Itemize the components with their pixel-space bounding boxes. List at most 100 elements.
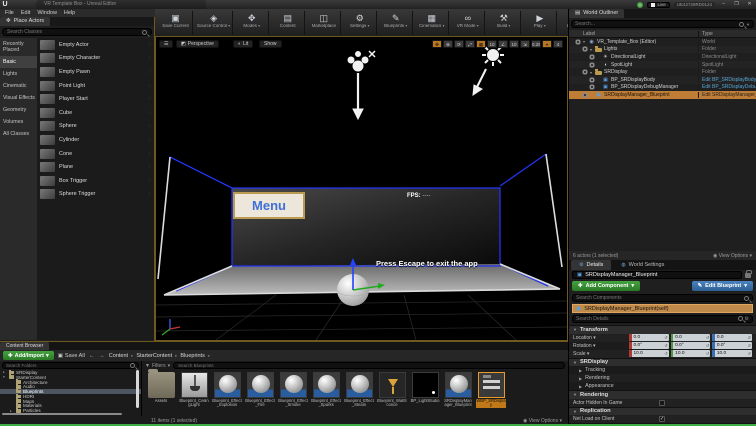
z-value-field[interactable]: 0.0°↺ [712,342,752,349]
actor-type[interactable]: DirectionalLight [698,54,756,60]
asset-tile[interactable]: Blueprint_Effect_Fire [245,372,275,408]
asset-tile[interactable]: WBP_SRDisplay [476,372,506,408]
actor-name-field[interactable]: SRDisplayManager_Blueprint [572,271,742,279]
visibility-eye-icon[interactable] [575,39,581,45]
maximize-button[interactable]: ❐ [732,1,741,8]
section-transform[interactable]: ▼Transform [569,325,756,334]
tree-h-scrollbar[interactable] [2,413,122,415]
place-actor-item[interactable]: Sphere ◌ [37,120,154,134]
x-value-field[interactable]: 10.0↺ [629,350,669,357]
asset-tile[interactable]: Blueprint_Effect_Smoke [278,372,308,408]
toolbar-button[interactable]: ▦ Cinematics ▾ [415,11,449,35]
snap-toggle-button[interactable]: ⤢ [465,40,475,48]
column-label[interactable]: Label [569,31,698,37]
toolbar-button[interactable]: ◈ Source Control ▾ [195,11,233,35]
asset-tile[interactable]: Blueprint_Effect_Steam [344,372,374,408]
snap-toggle-button[interactable]: 4 [553,40,563,48]
z-value-field[interactable]: 10.0↺ [712,350,752,357]
show-flags-button[interactable]: Show [259,40,282,48]
breadcrumb-item[interactable]: Blueprints [180,353,204,359]
place-actor-item[interactable]: Empty Pawn ◌ [37,65,154,79]
outliner-row[interactable]: ▾ Lights Folder [569,46,756,54]
asset-tile[interactable]: Blueprint_Effect_Explosion [212,372,242,408]
outliner-row[interactable]: SpotLight SpotLight [569,61,756,69]
place-actor-item[interactable]: Box Trigger ◌ [37,174,154,188]
category-item[interactable]: Lights [0,68,37,80]
toolbar-button[interactable]: ⚒ Build ▾ [487,11,521,35]
reset-icon[interactable]: ↺ [748,343,752,348]
snap-toggle-button[interactable]: ⌖ [542,40,552,48]
back-button[interactable]: ← [89,353,95,359]
edit-blueprint-button[interactable]: ✎ Edit Blueprint ▾ [692,281,753,291]
category-item[interactable]: Recently Placed [0,38,37,56]
menu-item[interactable]: File [5,10,14,16]
reset-icon[interactable]: ↺ [664,343,668,348]
y-value-field[interactable]: 0.0↺ [671,334,711,341]
outliner-row[interactable]: BP_SRDisplayDebugManager Edit BP_SRDispl… [569,84,756,92]
breadcrumb-item[interactable]: Content [109,353,128,359]
actor-type[interactable]: Edit SRDisplayManager_Blu [698,92,756,98]
menu-item[interactable]: Help [64,10,75,16]
section-replication[interactable]: ▼Replication [569,407,756,416]
search-assets-input[interactable]: Search Blueprints [173,362,565,369]
outliner-row[interactable]: ▾ SRDisplay Folder [569,68,756,76]
snap-toggle-button[interactable]: ⟳ [454,40,464,48]
drag-handle-icon[interactable]: ◌ [148,123,151,129]
drag-handle-icon[interactable]: ◌ [148,96,151,102]
drag-handle-icon[interactable]: ◌ [148,178,151,184]
tree-scrollbar[interactable] [136,370,139,408]
snap-toggle-button[interactable]: 0.25 [531,40,541,48]
category-item[interactable]: Basic [0,56,37,68]
spotlight-sprite-icon[interactable] [348,51,375,119]
category-item[interactable]: Geometry [0,104,37,116]
place-actor-item[interactable]: Point Light ◌ [37,79,154,93]
snap-toggle-button[interactable]: ∠ [498,40,508,48]
viewport-options-button[interactable]: ☰ [159,40,173,48]
section-rendering[interactable]: ▼Rendering [569,390,756,399]
perspective-button[interactable]: ◩Perspective [176,40,219,48]
toolbar-button[interactable]: ⚙ Settings ▾ [343,11,377,35]
toolbar-button[interactable]: ∞ VR Mode ▾ [451,11,485,35]
tab-content-browser[interactable]: Content Browser [0,342,49,350]
outliner-row[interactable]: SRDisplayManager_Blueprint Edit SRDispla… [569,91,756,99]
reset-icon[interactable]: ↺ [706,335,710,340]
close-button[interactable]: ✕ [745,1,754,8]
asset-tile[interactable]: BP_LightStudio [410,372,440,408]
menu-widget-button[interactable]: Menu [233,192,305,219]
outliner-row[interactable]: ▾ VR_Template_Box (Editor) World [569,38,756,46]
y-value-field[interactable]: 0.0°↺ [671,342,711,349]
drag-handle-icon[interactable]: ◌ [148,55,151,61]
drag-handle-icon[interactable]: ◌ [148,191,151,197]
search-folders-input[interactable]: Search Folders [2,362,139,369]
expand-arrow-icon[interactable]: ▾ [3,375,7,379]
drag-handle-icon[interactable]: ◌ [148,69,151,75]
drag-handle-icon[interactable]: ◌ [148,42,151,48]
directional-light-sprite-icon[interactable] [473,44,504,95]
search-classes-input[interactable]: Search Classes [2,28,152,36]
add-import-button[interactable]: ✚ Add/Import ▾ [3,351,54,360]
toolbar-button[interactable]: ✥ Modes ▾ [235,11,269,35]
x-value-field[interactable]: 0.0↺ [629,334,669,341]
actor-type[interactable]: Edit BP_SRDisplayBody [698,77,756,83]
asset-tile[interactable]: Blueprint_WallSconce [377,372,407,408]
toolbar-button[interactable]: ▶ Play ▾ [523,11,557,35]
drag-handle-icon[interactable]: ◌ [148,164,151,170]
reset-icon[interactable]: ↺ [664,335,668,340]
minimize-button[interactable]: – [719,1,728,8]
snap-toggle-button[interactable]: 10 [487,40,497,48]
add-component-button[interactable]: ✚ Add Component ▾ [572,281,640,291]
toolbar-button[interactable]: ◫ Marketplace [307,11,341,35]
viewport[interactable]: ☰ ◩Perspective ◐Lit Show ✥⊕⟳⤢▦10∠10⇲0.25… [155,36,568,341]
place-actor-item[interactable]: Empty Actor ◌ [37,38,154,52]
place-actor-item[interactable]: Sphere Trigger ◌ [37,188,154,202]
toolbar-button[interactable]: ✎ Blueprints ▾ [379,11,413,35]
tab-world-outliner[interactable]: ▤World Outliner [569,9,624,18]
visibility-eye-icon[interactable] [582,92,588,98]
column-type[interactable]: Type [698,31,756,37]
asset-tile[interactable]: Assets [146,372,176,408]
reset-icon[interactable]: ↺ [664,351,668,356]
drag-handle-icon[interactable]: ◌ [148,137,151,143]
actor-type[interactable]: Folder [698,69,756,75]
section-srdisplay[interactable]: ▼SRDisplay [569,358,756,367]
search-details-input[interactable]: Search Details ⚙ [572,315,753,323]
